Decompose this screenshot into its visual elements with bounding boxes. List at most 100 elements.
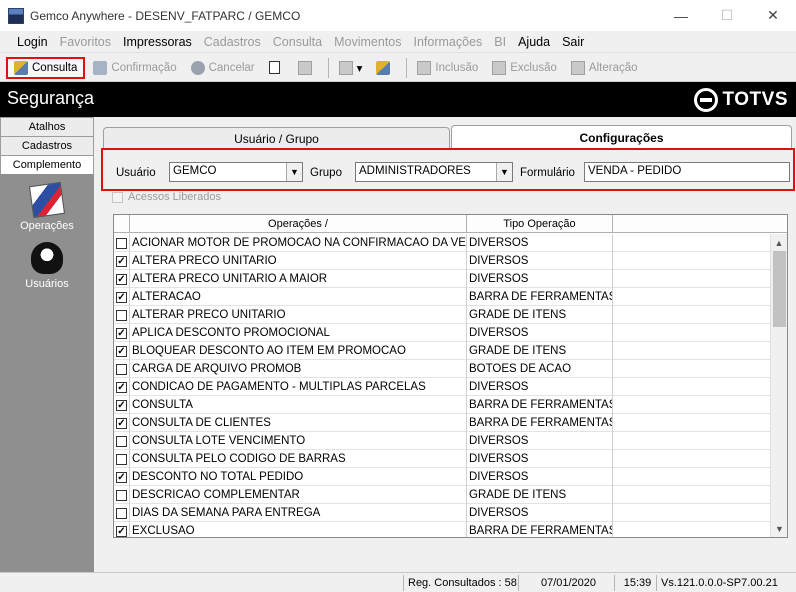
cell-extra <box>613 234 770 252</box>
sidebar-item-operacoes[interactable]: Operações <box>0 181 94 232</box>
table-row[interactable]: ACIONAR MOTOR DE PROMOCAO NA CONFIRMACAO… <box>114 234 770 252</box>
table-row[interactable]: ✓ EXCLUSAO BARRA DE FERRAMENTAS <box>114 522 770 537</box>
row-checkbox[interactable] <box>116 507 127 519</box>
grupo-select[interactable]: ADMINISTRADORES ▼ <box>355 162 513 182</box>
cancelar-button[interactable]: Cancelar <box>185 57 261 79</box>
table-row[interactable]: ✓ BLOQUEAR DESCONTO AO ITEM EM PROMOCAO GR… <box>114 342 770 360</box>
table-row[interactable]: ✓ CONDICAO DE PAGAMENTO - MULTIPLAS PARCE… <box>114 378 770 396</box>
row-checkbox-cell: ✓ <box>114 270 130 288</box>
table-row[interactable]: CONSULTA PELO CODIGO DE BARRAS DIVERSOS <box>114 450 770 468</box>
menu-informacoes[interactable]: Informações <box>408 35 489 49</box>
cell-tipo-operacao: GRADE DE ITENS <box>467 486 613 504</box>
main-panel: Usuário / Grupo Configurações Usuário GE… <box>94 117 796 572</box>
print-button[interactable]: ▾ <box>333 57 369 79</box>
close-button[interactable]: ✕ <box>750 0 796 31</box>
exclusao-button[interactable]: Exclusão <box>486 57 563 79</box>
scroll-up-icon[interactable]: ▲ <box>771 234 787 251</box>
cell-extra <box>613 450 770 468</box>
row-checkbox[interactable] <box>116 237 127 249</box>
row-checkbox[interactable]: ✓ <box>116 399 127 411</box>
cell-operacao: CONSULTA <box>130 396 467 414</box>
copy-icon <box>297 60 312 75</box>
table-row[interactable]: ✓ CONSULTA DE CLIENTES BARRA DE FERRAMENTA… <box>114 414 770 432</box>
cell-operacao: ALTERAR PRECO UNITARIO <box>130 306 467 324</box>
scroll-thumb[interactable] <box>773 251 786 327</box>
menu-ajuda[interactable]: Ajuda <box>512 35 556 49</box>
page-title: Segurança <box>7 88 95 108</box>
dropdown-arrow-icon: ▾ <box>356 62 363 75</box>
row-checkbox[interactable]: ✓ <box>116 525 127 537</box>
header-operacoes[interactable]: Operações / <box>130 215 467 233</box>
alteracao-button[interactable]: Alteração <box>565 57 644 79</box>
sidebar-item-usuarios[interactable]: Usuários <box>0 242 94 290</box>
table-row[interactable]: CONSULTA LOTE VENCIMENTO DIVERSOS <box>114 432 770 450</box>
formulario-field[interactable]: VENDA - PEDIDO <box>584 162 790 182</box>
usuario-select[interactable]: GEMCO ▼ <box>169 162 303 182</box>
table-row[interactable]: ✓ APLICA DESCONTO PROMOCIONAL DIVERSOS <box>114 324 770 342</box>
inclusao-button[interactable]: Inclusão <box>411 57 484 79</box>
maximize-button[interactable]: ☐ <box>704 0 750 31</box>
row-checkbox[interactable] <box>116 453 127 465</box>
cell-tipo-operacao: BARRA DE FERRAMENTAS <box>467 522 613 537</box>
menu-sair[interactable]: Sair <box>556 35 590 49</box>
cell-operacao: BLOQUEAR DESCONTO AO ITEM EM PROMOCAO <box>130 342 467 360</box>
copy-button[interactable] <box>292 57 322 79</box>
sidebar-tab-cadastros[interactable]: Cadastros <box>0 136 94 155</box>
table-row[interactable]: ✓ DESCONTO NO TOTAL PEDIDO DIVERSOS <box>114 468 770 486</box>
menu-cadastros[interactable]: Cadastros <box>198 35 267 49</box>
cell-tipo-operacao: DIVERSOS <box>467 252 613 270</box>
scroll-down-icon[interactable]: ▼ <box>771 520 787 537</box>
confirmacao-button[interactable]: Confirmação <box>87 57 182 79</box>
cell-tipo-operacao: BOTOES DE ACAO <box>467 360 613 378</box>
menu-movimentos[interactable]: Movimentos <box>328 35 407 49</box>
menu-favoritos[interactable]: Favoritos <box>54 35 117 49</box>
row-checkbox[interactable]: ✓ <box>116 381 127 393</box>
vertical-scrollbar[interactable]: ▲ ▼ <box>770 234 787 537</box>
row-checkbox[interactable]: ✓ <box>116 471 127 483</box>
consulta-label: Consulta <box>32 61 78 74</box>
status-bar: Reg. Consultados : 58 07/01/2020 15:39 V… <box>0 572 796 592</box>
row-checkbox[interactable] <box>116 489 127 501</box>
table-row[interactable]: ALTERAR PRECO UNITARIO GRADE DE ITENS <box>114 306 770 324</box>
tab-strip: Usuário / Grupo Configurações <box>103 125 792 149</box>
search-tool-button[interactable] <box>370 57 400 79</box>
row-checkbox[interactable]: ✓ <box>116 273 127 285</box>
row-checkbox[interactable] <box>116 435 127 447</box>
table-row[interactable]: DESCRICAO COMPLEMENTAR GRADE DE ITENS <box>114 486 770 504</box>
row-checkbox[interactable]: ✓ <box>116 327 127 339</box>
row-checkbox[interactable]: ✓ <box>116 417 127 429</box>
cell-extra <box>613 360 770 378</box>
table-row[interactable]: ✓ ALTERA PRECO UNITARIO A MAIOR DIVERSOS <box>114 270 770 288</box>
row-checkbox[interactable]: ✓ <box>116 255 127 267</box>
sidebar-tab-complemento[interactable]: Complemento <box>0 155 94 174</box>
row-checkbox[interactable] <box>116 363 127 375</box>
table-row[interactable]: DIAS DA SEMANA PARA ENTREGA DIVERSOS <box>114 504 770 522</box>
consulta-button[interactable]: Consulta <box>6 56 86 79</box>
chevron-down-icon[interactable]: ▼ <box>286 163 302 181</box>
minimize-button[interactable]: — <box>658 0 704 31</box>
sidebar-tab-atalhos[interactable]: Atalhos <box>0 117 94 136</box>
toolbar-separator <box>406 57 408 78</box>
menu-impressoras[interactable]: Impressoras <box>117 35 198 49</box>
table-row[interactable]: ✓ ALTERACAO BARRA DE FERRAMENTAS <box>114 288 770 306</box>
sidebar-item-label: Operações <box>20 220 74 232</box>
sidebar: Atalhos Cadastros Complemento Operações … <box>0 117 94 572</box>
tab-usuario-grupo[interactable]: Usuário / Grupo <box>103 127 450 149</box>
table-row[interactable]: ✓ ALTERA PRECO UNITARIO DIVERSOS <box>114 252 770 270</box>
menu-consulta[interactable]: Consulta <box>267 35 328 49</box>
chevron-down-icon[interactable]: ▼ <box>496 163 512 181</box>
table-row[interactable]: CARGA DE ARQUIVO PROMOB BOTOES DE ACAO <box>114 360 770 378</box>
header-tipo-operacao[interactable]: Tipo Operação <box>467 215 613 233</box>
cell-extra <box>613 468 770 486</box>
tab-configuracoes[interactable]: Configurações <box>451 125 792 149</box>
acessos-liberados-checkbox[interactable]: Acessos Liberados <box>112 191 221 203</box>
menu-bi[interactable]: BI <box>488 35 512 49</box>
edit-icon <box>570 60 585 75</box>
row-checkbox[interactable] <box>116 309 127 321</box>
menu-login[interactable]: Login <box>11 35 54 49</box>
new-document-button[interactable] <box>263 57 290 79</box>
row-checkbox[interactable]: ✓ <box>116 345 127 357</box>
row-checkbox-cell <box>114 486 130 504</box>
row-checkbox[interactable]: ✓ <box>116 291 127 303</box>
table-row[interactable]: ✓ CONSULTA BARRA DE FERRAMENTAS <box>114 396 770 414</box>
